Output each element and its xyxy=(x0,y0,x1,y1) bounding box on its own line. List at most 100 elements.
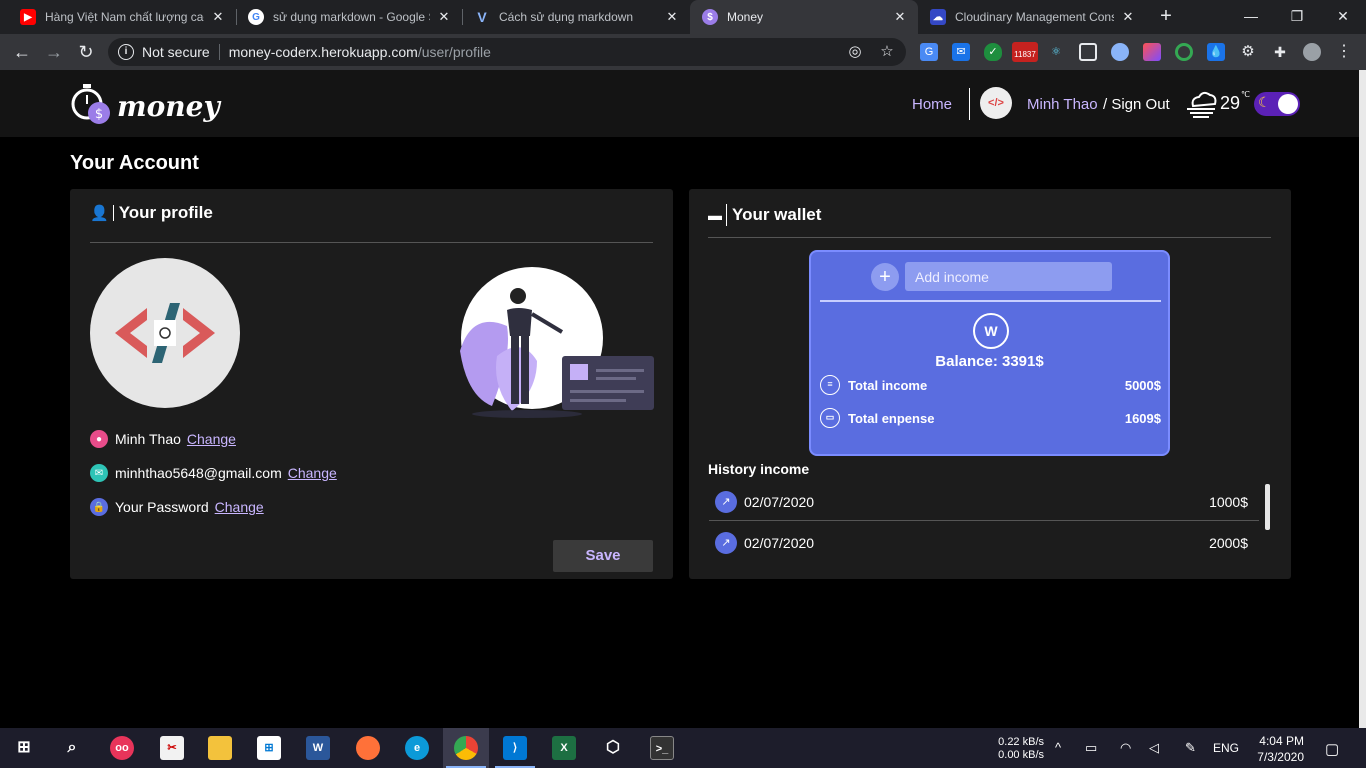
profile-password-row: 🔒 Your Password Change xyxy=(90,498,264,516)
save-button[interactable]: Save xyxy=(553,540,653,572)
target-ext-icon[interactable] xyxy=(1175,43,1193,61)
trend-up-icon: ↗ xyxy=(715,532,737,554)
clock-time[interactable]: 4:04 PM xyxy=(1252,734,1304,748)
drop-ext-icon[interactable]: 💧 xyxy=(1207,43,1225,61)
color-ext-icon[interactable] xyxy=(1143,43,1161,61)
react-ext-icon[interactable]: ⚛ xyxy=(1047,43,1065,61)
security-label: Not secure xyxy=(142,44,210,60)
vscode-icon[interactable]: ⟩ xyxy=(503,736,527,760)
snipping-icon[interactable]: ✂ xyxy=(160,736,184,760)
logo-text[interactable]: money xyxy=(117,90,220,123)
tab-title: Cloudinary Management Cons xyxy=(955,10,1114,24)
history-row[interactable]: ↗ 02/07/2020 1000$ xyxy=(709,483,1259,521)
browser-tab-markdown[interactable]: V Cách sử dụng markdown ✕ xyxy=(462,0,690,34)
translate-ext-icon[interactable]: G xyxy=(920,43,938,61)
file-explorer-icon[interactable] xyxy=(208,736,232,760)
header-divider xyxy=(726,204,727,226)
circle-ext-icon[interactable] xyxy=(1111,43,1129,61)
mail-ext-icon[interactable]: ✉ xyxy=(952,43,970,61)
dark-mode-toggle[interactable]: ☾ xyxy=(1254,92,1300,116)
nav-home-link[interactable]: Home xyxy=(912,96,952,113)
close-icon[interactable]: ✕ xyxy=(1120,9,1136,25)
youtube-icon: ▶ xyxy=(20,9,36,25)
pen-icon[interactable]: ✎ xyxy=(1185,740,1196,756)
tab-title: Hàng Việt Nam chất lượng cao xyxy=(45,10,204,24)
close-icon[interactable]: ✕ xyxy=(436,9,452,25)
page-scrollbar[interactable] xyxy=(1359,70,1366,728)
change-name-link[interactable]: Change xyxy=(187,431,236,447)
store-icon[interactable]: ⊞ xyxy=(257,736,281,760)
menu-dots-icon[interactable]: ⋮ xyxy=(1335,43,1353,61)
profile-heading: Your profile xyxy=(118,203,213,222)
add-income-input[interactable] xyxy=(905,262,1112,291)
close-window-button[interactable]: ✕ xyxy=(1320,0,1366,34)
browser-tab-google[interactable]: G sử dụng markdown - Google S ✕ xyxy=(236,0,462,34)
change-email-link[interactable]: Change xyxy=(288,465,337,481)
nav-signout-link[interactable]: / Sign Out xyxy=(1103,96,1170,113)
excel-icon[interactable]: X xyxy=(552,736,576,760)
page-title: Your Account xyxy=(70,152,199,174)
gmail-ext-icon[interactable]: 11837 xyxy=(1012,42,1038,62)
money-bill-icon: ▭ xyxy=(820,408,840,428)
history-scrollbar[interactable] xyxy=(1265,484,1270,530)
app-navbar: $ money Home </> Minh Thao / Sign Out 29… xyxy=(0,70,1359,137)
edge-icon[interactable]: e xyxy=(405,736,429,760)
history-row[interactable]: ↗ 02/07/2020 2000$ xyxy=(709,524,1259,562)
window-ext-icon[interactable] xyxy=(1079,43,1097,61)
header-rule xyxy=(90,242,653,243)
box-app-icon[interactable]: ⬡ xyxy=(601,736,625,760)
history-title: History income xyxy=(708,461,810,477)
search-icon[interactable]: ⌕ xyxy=(60,736,84,760)
header-divider xyxy=(112,205,114,221)
language-indicator[interactable]: ENG xyxy=(1213,741,1239,755)
browser-tab-cloudinary[interactable]: ☁ Cloudinary Management Cons ✕ xyxy=(918,0,1146,34)
app-oo-icon[interactable]: oo xyxy=(110,736,134,760)
add-income-button[interactable]: + xyxy=(871,263,899,291)
browser-tab-youtube[interactable]: ▶ Hàng Việt Nam chất lượng cao ✕ xyxy=(8,0,236,34)
close-icon[interactable]: ✕ xyxy=(210,9,226,25)
windows-start-icon[interactable]: ⊞ xyxy=(12,736,36,760)
profile-avatar[interactable] xyxy=(90,258,240,408)
maximize-button[interactable]: ❐ xyxy=(1274,0,1320,34)
minimize-button[interactable]: — xyxy=(1228,0,1274,34)
puzzle-icon[interactable]: ✚ xyxy=(1271,43,1289,61)
reload-icon[interactable]: ↻ xyxy=(74,40,98,64)
change-password-link[interactable]: Change xyxy=(215,499,264,515)
notification-icon[interactable]: ▢ xyxy=(1325,740,1339,758)
url-host: money-coderx.herokuapp.com xyxy=(228,44,418,60)
wifi-icon[interactable]: ◠ xyxy=(1120,740,1131,756)
star-icon[interactable]: ☆ xyxy=(879,44,895,60)
cloud-weather-icon xyxy=(1187,91,1217,118)
windows-taskbar: ⊞ ⌕ oo ✂ ⊞ W e ⟩ X ⬡ >_ 0.22 kB/s 0.00 k… xyxy=(0,728,1366,768)
profile-avatar-icon[interactable] xyxy=(1303,43,1321,61)
nav-user-avatar[interactable]: </> xyxy=(980,87,1012,119)
history-date: 02/07/2020 xyxy=(744,493,815,510)
total-income-label: Total income xyxy=(848,377,928,393)
clock-date[interactable]: 7/3/2020 xyxy=(1252,750,1304,764)
info-icon[interactable]: i xyxy=(118,44,134,60)
nav-divider xyxy=(969,88,970,120)
wallet-summary-box: + W Balance: 3391$ ≡ Total income 5000$ … xyxy=(809,250,1170,456)
chevron-up-icon[interactable]: ^ xyxy=(1055,740,1061,755)
nav-user-name[interactable]: Minh Thao xyxy=(1027,96,1098,113)
weather-temperature: 29 xyxy=(1220,93,1241,113)
history-amount: 1000$ xyxy=(1209,493,1248,510)
shield-ext-icon[interactable]: ✓ xyxy=(984,43,1002,61)
volume-icon[interactable]: ◁ xyxy=(1149,740,1159,756)
word-icon[interactable]: W xyxy=(306,736,330,760)
profile-email-row: ✉ minhthao5648@gmail.com Change xyxy=(90,464,337,482)
new-tab-button[interactable]: + xyxy=(1155,6,1177,28)
back-icon[interactable]: ← xyxy=(10,40,34,64)
forward-icon[interactable]: → xyxy=(42,40,66,64)
chrome-icon[interactable] xyxy=(454,736,478,760)
history-date: 02/07/2020 xyxy=(744,535,815,551)
close-icon[interactable]: ✕ xyxy=(892,9,908,25)
location-icon[interactable]: ◎ xyxy=(847,44,863,60)
browser-tab-money[interactable]: $ Money ✕ xyxy=(690,0,918,34)
gear-icon[interactable]: ⚙ xyxy=(1239,43,1257,61)
battery-icon[interactable]: ▭ xyxy=(1085,740,1097,756)
address-bar[interactable]: i Not secure money-coderx.herokuapp.com /… xyxy=(108,38,906,66)
firefox-icon[interactable] xyxy=(356,736,380,760)
close-icon[interactable]: ✕ xyxy=(664,9,680,25)
terminal-icon[interactable]: >_ xyxy=(650,736,674,760)
